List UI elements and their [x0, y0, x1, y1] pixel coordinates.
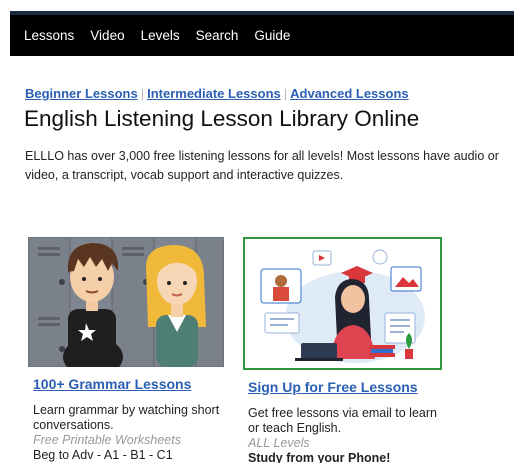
signup-thumbnail-image[interactable]	[243, 237, 442, 370]
grammar-thumbnail-image[interactable]	[28, 237, 224, 367]
card-level-range: Beg to Adv - A1 - B1 - C1	[33, 448, 173, 462]
card-subtitle: ALL Levels	[248, 436, 310, 450]
signup-lessons-link[interactable]: Sign Up for Free Lessons	[248, 379, 443, 395]
signup-card: Sign Up for Free Lessons Get free lesson…	[243, 237, 443, 463]
nav-item-guide[interactable]: Guide	[254, 28, 290, 43]
nav-item-search[interactable]: Search	[196, 28, 239, 43]
advanced-lessons-link[interactable]: Advanced Lessons	[290, 86, 409, 101]
nav-item-video[interactable]: Video	[90, 28, 124, 43]
main-nav: Lessons Video Levels Search Guide	[10, 15, 514, 56]
page-title: English Listening Lesson Library Online	[24, 106, 420, 131]
intro-line: video, a transcript, vocab support and i…	[25, 168, 344, 182]
beginner-lessons-link[interactable]: Beginner Lessons	[25, 86, 138, 101]
intro-line: ELLLO has over 3,000 free listening less…	[25, 149, 499, 163]
card-tagline: Study from your Phone!	[248, 451, 391, 463]
card-subtitle: Free Printable Worksheets	[33, 433, 181, 447]
grammar-lessons-link[interactable]: 100+ Grammar Lessons	[33, 376, 224, 392]
card-description: Get free lessons via email to learn or t…	[248, 406, 437, 435]
nav-item-lessons[interactable]: Lessons	[24, 28, 74, 43]
top-nav-bar: Lessons Video Levels Search Guide	[10, 11, 514, 56]
separator: |	[140, 86, 145, 101]
level-links: Beginner Lessons | Intermediate Lessons | Ad…	[25, 86, 409, 101]
intermediate-lessons-link[interactable]: Intermediate Lessons	[147, 86, 281, 101]
grammar-card: 100+ Grammar Lessons Learn grammar by wa…	[28, 237, 224, 463]
intro-text: ELLLO has over 3,000 free listening less…	[25, 147, 514, 187]
separator: |	[283, 86, 288, 101]
card-description: Learn grammar by watching short conversa…	[33, 403, 220, 432]
nav-item-levels[interactable]: Levels	[141, 28, 180, 43]
